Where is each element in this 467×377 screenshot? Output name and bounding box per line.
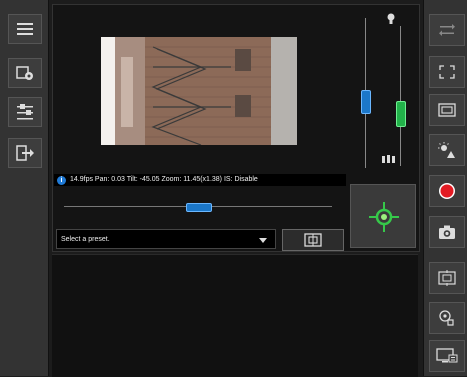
- capture-frame-icon: [438, 270, 456, 286]
- left-toolbar: [0, 0, 49, 376]
- preset-select[interactable]: Select a preset.: [56, 229, 276, 249]
- logout-button[interactable]: [8, 138, 42, 168]
- record-button[interactable]: [429, 175, 465, 207]
- camera-icon: [439, 225, 455, 239]
- hamburger-menu-icon: [17, 23, 33, 35]
- record-circle-icon: [439, 183, 455, 199]
- view-size-button[interactable]: [429, 94, 465, 126]
- vertical-slider-green-thumb[interactable]: [396, 101, 406, 127]
- exit-icon: [16, 145, 34, 161]
- right-toolbar: [423, 0, 467, 376]
- adjustments-button[interactable]: [8, 97, 42, 127]
- preset-select-label: Select a preset.: [61, 236, 110, 243]
- vertical-slider-blue-thumb[interactable]: [361, 90, 371, 114]
- status-text: 14.9fps Pan: 0.03 Tilt: -45.05 Zoom: 11.…: [70, 176, 258, 183]
- day-night-button[interactable]: [429, 134, 465, 166]
- video-frame-image: [101, 37, 297, 145]
- capture-area-button[interactable]: [429, 262, 465, 294]
- chevron-down-icon: [259, 238, 267, 243]
- sliders-icon: [17, 104, 33, 120]
- camera-video-feed[interactable]: [101, 37, 297, 145]
- screen-frame-icon: [438, 103, 456, 117]
- vertical-slider-track-right: [400, 26, 401, 166]
- fullscreen-button[interactable]: [429, 56, 465, 88]
- menu-button[interactable]: [8, 14, 42, 44]
- info-icon: i: [57, 176, 66, 185]
- light-bulb-icon: [387, 13, 395, 24]
- swap-arrows-icon: [439, 24, 455, 36]
- focus-hand-icon: [439, 310, 454, 326]
- lower-empty-panel: [52, 254, 418, 377]
- preset-register-button[interactable]: [282, 229, 344, 251]
- multi-light-icon: [382, 155, 395, 163]
- expand-arrows-icon: [439, 65, 455, 79]
- monitor-settings-icon: [436, 348, 458, 363]
- crosshair-target-icon: [369, 202, 399, 232]
- status-bar: i 14.9fps Pan: 0.03 Tilt: -45.05 Zoom: 11…: [54, 174, 346, 186]
- snapshot-button[interactable]: [429, 216, 465, 248]
- preset-grid-icon: [304, 233, 322, 247]
- auto-focus-button[interactable]: [429, 302, 465, 334]
- sun-moon-icon: [438, 142, 455, 158]
- camera-gear-icon: [16, 66, 33, 80]
- camera-settings-button[interactable]: [8, 58, 42, 88]
- zoom-slider-thumb[interactable]: [186, 203, 212, 212]
- display-settings-button[interactable]: [429, 340, 465, 372]
- ptz-control-button[interactable]: [350, 184, 416, 248]
- swap-button[interactable]: [429, 14, 465, 46]
